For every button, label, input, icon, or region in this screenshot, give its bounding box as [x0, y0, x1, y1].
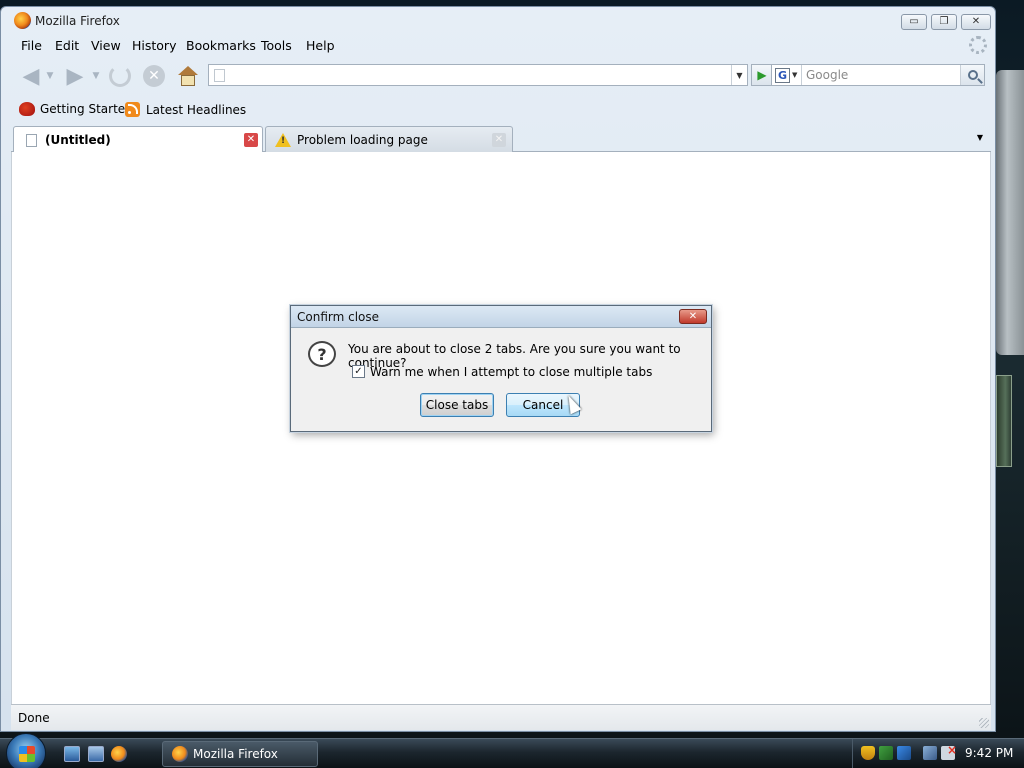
confirm-close-dialog: Confirm close ✕ ? You are about to close…: [290, 305, 712, 432]
minimize-button[interactable]: ▭: [901, 14, 927, 30]
warn-multiple-tabs-label[interactable]: Warn me when I attempt to close multiple…: [370, 365, 652, 379]
tab-label: (Untitled): [45, 133, 111, 147]
status-text: Done: [18, 711, 50, 725]
close-tab-icon[interactable]: ✕: [244, 133, 258, 147]
clock[interactable]: 9:42 PM: [965, 746, 1013, 760]
close-window-button[interactable]: ✕: [961, 14, 991, 30]
chevron-down-icon: ▼: [792, 71, 798, 79]
search-bar[interactable]: G ▼ Google: [771, 64, 985, 86]
network-icon[interactable]: [879, 746, 893, 760]
connection-icon[interactable]: [897, 746, 911, 760]
bookmark-getting-started[interactable]: Getting Started: [19, 102, 133, 116]
start-button[interactable]: [6, 733, 46, 768]
throbber-icon: [969, 36, 987, 54]
dialog-close-icon[interactable]: ✕: [679, 309, 707, 324]
warning-icon: !: [275, 132, 291, 147]
reload-icon[interactable]: [107, 63, 133, 89]
bookmark-label: Latest Headlines: [146, 102, 247, 117]
bookmark-label: Getting Started: [40, 102, 133, 116]
system-tray: 9:42 PM: [852, 739, 1024, 768]
tab-list-dropdown-icon[interactable]: ▼: [973, 130, 987, 144]
menu-file[interactable]: File: [21, 38, 42, 53]
menu-tools[interactable]: Tools: [261, 38, 292, 53]
question-icon: ?: [308, 341, 336, 367]
blank-page-icon: [26, 133, 37, 147]
navigation-toolbar: ◀ ▼ ▶ ▼ ✕ ▼ ▶ G ▼ Google: [11, 60, 987, 94]
security-shield-icon[interactable]: [861, 746, 875, 760]
firefox-quicklaunch-icon[interactable]: [111, 746, 127, 762]
monitor-icon[interactable]: [923, 746, 937, 760]
url-bar[interactable]: ▼: [208, 64, 748, 86]
dialog-titlebar[interactable]: Confirm close ✕: [291, 306, 711, 328]
bookmark-latest-headlines[interactable]: Latest Headlines: [125, 102, 246, 117]
desktop-gadget-slideshow: [996, 375, 1012, 467]
home-icon[interactable]: [175, 63, 201, 89]
search-engine-selector[interactable]: G ▼: [772, 65, 802, 85]
firefox-icon: [172, 746, 188, 762]
stop-icon[interactable]: ✕: [141, 63, 167, 89]
taskbar-button-label: Mozilla Firefox: [193, 747, 278, 761]
bookmarks-toolbar: Getting Started Latest Headlines: [11, 98, 987, 122]
tab-bar: (Untitled) ✕ ! Problem loading page ✕ ▼: [11, 124, 991, 153]
firefox-bookmark-icon: [19, 102, 35, 116]
close-tab-icon[interactable]: ✕: [492, 133, 506, 147]
search-icon[interactable]: [960, 65, 984, 85]
back-history-dropdown-icon[interactable]: ▼: [45, 63, 55, 89]
url-history-dropdown-icon[interactable]: ▼: [731, 65, 747, 85]
go-icon[interactable]: ▶: [751, 64, 773, 86]
rss-feed-icon: [125, 102, 140, 117]
window-titlebar[interactable]: Mozilla Firefox ▭ ❐ ✕: [1, 7, 995, 35]
menu-view[interactable]: View: [91, 38, 121, 53]
switch-windows-icon[interactable]: [88, 746, 104, 762]
tab-problem-loading[interactable]: ! Problem loading page ✕: [265, 126, 513, 152]
forward-history-dropdown-icon[interactable]: ▼: [91, 63, 101, 89]
resize-grip-icon[interactable]: [979, 718, 989, 728]
back-icon[interactable]: ◀: [17, 63, 45, 89]
desktop-gadget-clock: [996, 70, 1024, 355]
volume-muted-icon[interactable]: [941, 743, 957, 760]
menu-bookmarks[interactable]: Bookmarks: [186, 38, 256, 53]
google-icon: G: [775, 67, 790, 83]
close-tabs-button[interactable]: Close tabs: [420, 393, 494, 417]
menu-history[interactable]: History: [132, 38, 176, 53]
taskbar: Mozilla Firefox 9:42 PM: [0, 733, 1024, 768]
tab-untitled[interactable]: (Untitled) ✕: [13, 126, 263, 153]
tab-label: Problem loading page: [297, 132, 428, 147]
menu-bar: File Edit View History Bookmarks Tools H…: [11, 35, 987, 57]
page-favicon-icon: [214, 69, 225, 82]
show-desktop-icon[interactable]: [64, 746, 80, 762]
firefox-icon: [14, 12, 31, 29]
warn-multiple-tabs-checkbox[interactable]: ✓: [352, 365, 365, 378]
window-title: Mozilla Firefox: [35, 14, 120, 28]
status-bar: Done: [11, 704, 991, 730]
maximize-button[interactable]: ❐: [931, 14, 957, 30]
taskbar-firefox-button[interactable]: Mozilla Firefox: [162, 741, 318, 767]
search-input[interactable]: Google: [806, 68, 848, 82]
dialog-title: Confirm close: [297, 310, 380, 324]
forward-icon[interactable]: ▶: [61, 63, 89, 89]
menu-help[interactable]: Help: [306, 38, 335, 53]
menu-edit[interactable]: Edit: [55, 38, 79, 53]
